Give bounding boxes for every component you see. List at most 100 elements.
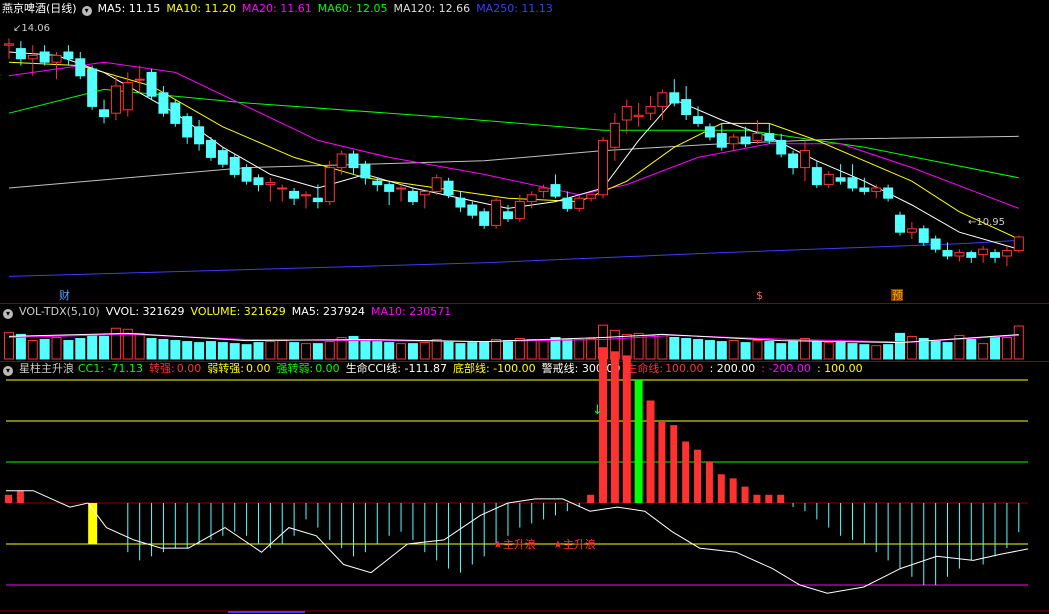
signal-label: ★主升浪 — [553, 537, 596, 551]
volume-bar — [740, 342, 751, 360]
candle-body — [704, 126, 715, 138]
signal-bar — [646, 400, 655, 503]
candle-body — [419, 190, 430, 196]
volume-bar — [158, 339, 169, 360]
candle-body — [978, 248, 989, 256]
candle-body — [39, 51, 50, 63]
volume-bar — [312, 343, 323, 360]
volume-bar — [443, 341, 454, 360]
candle-body — [895, 214, 905, 233]
volume-bar — [669, 336, 680, 360]
signal-bar — [670, 425, 678, 503]
volume-bar — [681, 338, 692, 360]
volume-bar — [526, 339, 537, 360]
signal-bar — [682, 441, 690, 503]
volume-bar — [407, 343, 418, 360]
signal-bar — [753, 494, 761, 503]
volume-bar — [265, 341, 276, 360]
candle-body — [253, 177, 264, 186]
volume-bar — [63, 340, 74, 360]
candle-body — [384, 184, 395, 192]
candle-body — [324, 167, 335, 203]
volume-bar — [324, 341, 335, 360]
volume-bar — [764, 341, 775, 360]
volume-bar — [693, 339, 704, 360]
signal-bar — [705, 462, 713, 503]
volume-bar — [360, 339, 371, 360]
candle-body — [657, 92, 668, 107]
volume-bar — [99, 335, 110, 360]
candle-body — [63, 51, 74, 60]
volume-bar — [752, 340, 763, 360]
ma20-line — [8, 61, 1019, 209]
signal-bar — [741, 486, 749, 503]
signal-bar — [634, 380, 643, 503]
candle-body — [265, 182, 276, 186]
volume-bar — [27, 340, 38, 360]
candle-body — [728, 136, 739, 145]
candle-body — [740, 136, 751, 145]
signal-bar — [765, 494, 773, 503]
candle-body — [930, 238, 941, 250]
signal-arrow-icon: ↓ — [592, 403, 603, 418]
candle-body — [455, 197, 466, 208]
candle-body — [289, 190, 300, 199]
candle-body — [609, 122, 620, 148]
volume-bar — [372, 341, 383, 360]
candle-body — [514, 201, 525, 220]
volume-bar — [811, 341, 822, 360]
candle-body — [348, 153, 359, 169]
candle-body — [1001, 250, 1012, 257]
candle-body — [859, 187, 870, 192]
candle-body — [847, 177, 858, 189]
volume-bar — [87, 334, 98, 360]
volume-bar — [1001, 336, 1012, 360]
candle-body — [562, 197, 573, 209]
volume-bar — [502, 340, 513, 360]
volume-bar — [277, 340, 288, 360]
candle-body — [194, 126, 205, 145]
event-mark: 预 — [892, 289, 903, 302]
candle-body — [467, 204, 478, 216]
volume-bar — [110, 327, 121, 360]
candle-body — [491, 199, 502, 226]
candle-body — [538, 187, 549, 192]
candle-body — [633, 114, 644, 118]
volume-bar — [823, 342, 834, 360]
candle-body — [158, 92, 169, 114]
ma250-line — [8, 239, 1019, 277]
candle-body — [146, 71, 157, 97]
candle-body — [407, 190, 418, 203]
volume-bar — [217, 342, 228, 360]
signal-bar — [729, 478, 737, 503]
volume-bar — [776, 343, 787, 360]
low-price-label: ←10.95 — [968, 217, 1005, 228]
high-price-label: ↙14.06 — [13, 23, 50, 34]
candle-body — [443, 180, 454, 196]
volume-bar — [586, 338, 597, 360]
signal-bar — [777, 494, 785, 503]
signal-bar — [587, 494, 595, 503]
volume-bar — [431, 339, 442, 360]
volume-bar — [205, 341, 216, 360]
candle-body — [764, 133, 775, 141]
volume-bar — [990, 335, 1001, 360]
volume-bar — [301, 343, 311, 360]
signal-bar — [5, 494, 12, 503]
candle-body — [669, 92, 680, 104]
volume-bar — [1013, 325, 1024, 360]
candle-body — [883, 187, 894, 199]
candle-body — [479, 211, 490, 226]
candle-body — [823, 173, 834, 186]
candle-body — [1013, 236, 1024, 252]
volume-bar — [194, 342, 205, 360]
volume-bar — [134, 332, 145, 360]
signal-label: ★主升浪 — [493, 537, 536, 551]
candle-body — [990, 252, 1001, 258]
candle-body — [277, 187, 288, 190]
candle-body — [110, 85, 121, 114]
volume-bar — [253, 342, 264, 360]
volume-bar — [562, 339, 573, 360]
candle-body — [621, 105, 632, 121]
candle-body — [51, 54, 62, 63]
